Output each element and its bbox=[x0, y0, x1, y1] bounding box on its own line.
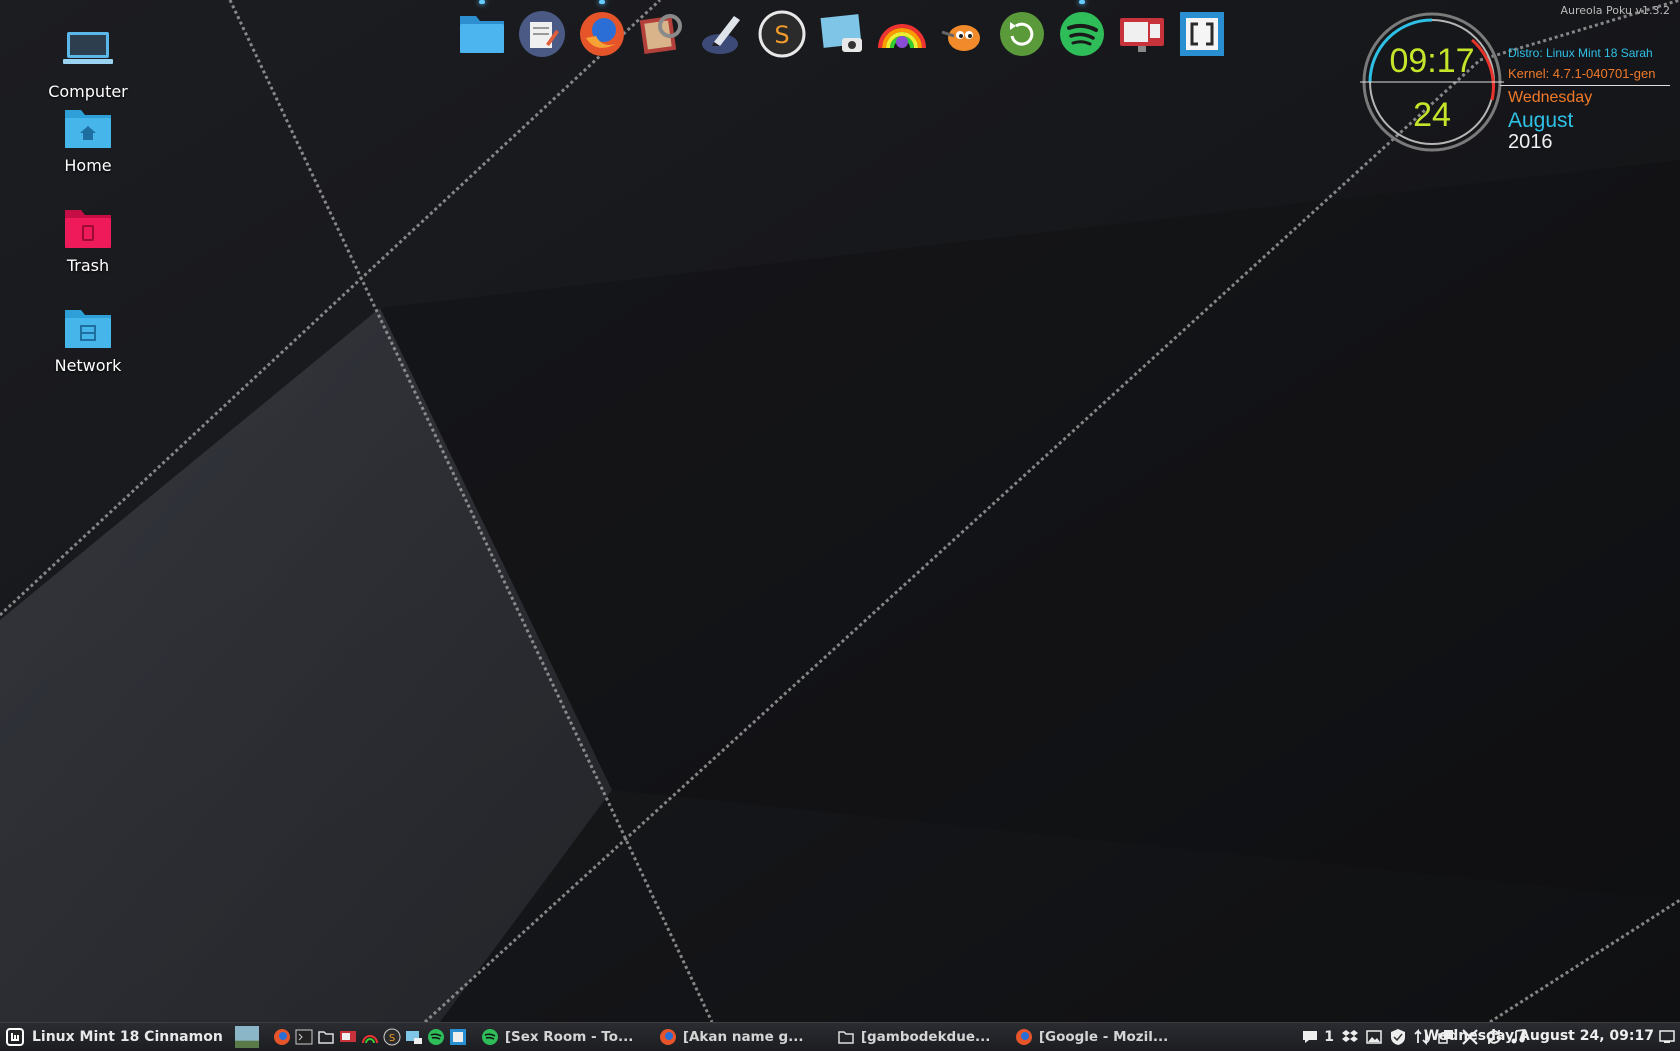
desktop-icon-trash[interactable]: Trash bbox=[23, 204, 153, 275]
linux-mint-icon bbox=[6, 1028, 24, 1046]
sublime-text-icon[interactable]: S bbox=[383, 1028, 401, 1046]
desktop-icon-computer[interactable]: Computer bbox=[23, 24, 153, 101]
firefox-icon bbox=[1015, 1029, 1032, 1045]
taskbar: Linux Mint 18 Cinnamon S [Sex Room - To.… bbox=[0, 1022, 1680, 1051]
year: 2016 bbox=[1508, 131, 1553, 153]
menu-label: Linux Mint 18 Cinnamon bbox=[32, 1029, 223, 1045]
color-picker-icon bbox=[878, 24, 926, 49]
svg-text:S: S bbox=[774, 21, 789, 49]
firefox-icon[interactable] bbox=[273, 1028, 291, 1046]
svg-text:S: S bbox=[389, 1033, 395, 1044]
dock-screenshot[interactable] bbox=[816, 8, 868, 60]
shield-icon[interactable] bbox=[1389, 1028, 1407, 1046]
desktop-icon-home[interactable]: Home bbox=[23, 104, 153, 175]
window-button[interactable]: [Google - Mozil... bbox=[1009, 1023, 1187, 1051]
screenshot-icon bbox=[820, 14, 862, 52]
window-list: [Sex Room - To... [Akan name g... [gambo… bbox=[475, 1023, 1187, 1051]
dock-text-editor[interactable] bbox=[516, 8, 568, 60]
running-indicator bbox=[479, 0, 485, 4]
window-button[interactable]: [gambodekdue... bbox=[831, 1023, 1009, 1051]
panel-launchers: S bbox=[271, 1028, 469, 1046]
color-picker-icon[interactable] bbox=[361, 1028, 379, 1046]
running-indicator bbox=[1079, 0, 1085, 4]
month: August bbox=[1508, 109, 1574, 132]
dock-files[interactable] bbox=[456, 0, 508, 60]
screen-recorder-icon[interactable] bbox=[339, 1028, 357, 1046]
window-title: [Google - Mozil... bbox=[1038, 1029, 1169, 1045]
folder-icon bbox=[838, 1031, 854, 1044]
desktop-icon-network[interactable]: Network bbox=[23, 304, 153, 375]
dock-brackets[interactable] bbox=[1176, 8, 1228, 60]
dock-firefox[interactable] bbox=[576, 0, 628, 60]
window-button[interactable]: [Akan name g... bbox=[653, 1023, 831, 1051]
dock-gimp[interactable] bbox=[936, 8, 988, 60]
desktop-icon-label: Computer bbox=[48, 82, 128, 101]
workspace-icon[interactable] bbox=[1658, 1028, 1676, 1046]
spotify-icon[interactable] bbox=[427, 1028, 445, 1046]
notification-count: 1 bbox=[1324, 1029, 1334, 1045]
window-title: [Sex Room - To... bbox=[504, 1029, 634, 1045]
dock-spotify[interactable] bbox=[1056, 0, 1108, 60]
dock-image-viewer[interactable] bbox=[636, 8, 688, 60]
inkscape-icon bbox=[702, 16, 740, 54]
terminal-icon[interactable] bbox=[295, 1028, 313, 1046]
running-indicator bbox=[599, 0, 605, 4]
notifications-icon[interactable] bbox=[1301, 1028, 1319, 1046]
firefox-icon bbox=[580, 12, 624, 56]
show-desktop-icon[interactable] bbox=[233, 1026, 259, 1048]
clock-time: 09:17 bbox=[1389, 42, 1475, 80]
screenshot-icon[interactable] bbox=[405, 1028, 423, 1046]
network-folder-icon bbox=[65, 310, 111, 348]
brackets-icon bbox=[1180, 12, 1224, 56]
image-icon[interactable] bbox=[1365, 1028, 1383, 1046]
brackets-icon[interactable] bbox=[449, 1028, 467, 1046]
desktop-icon-label: Home bbox=[64, 156, 112, 175]
distro-info: Distro: Linux Mint 18 Sarah bbox=[1508, 46, 1653, 60]
spotify-icon bbox=[481, 1029, 498, 1045]
dock-updater[interactable] bbox=[996, 8, 1048, 60]
gimp-icon bbox=[941, 25, 980, 51]
dropbox-icon[interactable] bbox=[1341, 1028, 1359, 1046]
conky-clock: 09:17 24 bbox=[1360, 10, 1504, 154]
taskbar-clock[interactable]: Wednesday August 24, 09:17 bbox=[1424, 1028, 1654, 1044]
window-title: [gambodekdue... bbox=[860, 1029, 991, 1045]
sublime-text-icon: S bbox=[758, 10, 806, 58]
desktop-icon-label: Trash bbox=[66, 256, 110, 275]
dock-screen-recorder[interactable] bbox=[1116, 8, 1168, 60]
computer-icon bbox=[63, 32, 113, 64]
window-button[interactable]: [Sex Room - To... bbox=[475, 1023, 653, 1051]
menu-button[interactable]: Linux Mint 18 Cinnamon bbox=[0, 1023, 229, 1051]
kernel-info: Kernel: 4.7.1-040701-gen bbox=[1508, 66, 1656, 81]
screen-recorder-icon bbox=[1120, 18, 1164, 52]
dock-sublime-text[interactable]: S bbox=[756, 8, 808, 60]
conky-version: Aureola Poku v1.3.2 bbox=[1560, 4, 1670, 17]
folder-icon[interactable] bbox=[317, 1028, 335, 1046]
desktop-icon-label: Network bbox=[54, 356, 122, 375]
weekday: Wednesday bbox=[1508, 89, 1593, 106]
dock-inkscape[interactable] bbox=[696, 8, 748, 60]
image-viewer-icon bbox=[639, 14, 682, 55]
home-folder-icon bbox=[65, 110, 111, 148]
spotify-icon bbox=[1060, 12, 1104, 56]
trash-folder-icon bbox=[65, 210, 111, 248]
conky-divider bbox=[1500, 85, 1670, 86]
firefox-icon bbox=[659, 1029, 676, 1045]
text-editor-icon bbox=[519, 11, 565, 57]
files-icon bbox=[460, 16, 504, 53]
update-icon bbox=[1000, 12, 1044, 56]
desktop-wallpaper bbox=[0, 0, 1680, 1050]
window-title: [Akan name g... bbox=[682, 1029, 804, 1045]
dock-color-picker[interactable] bbox=[876, 8, 928, 60]
clock-day: 24 bbox=[1413, 96, 1451, 134]
